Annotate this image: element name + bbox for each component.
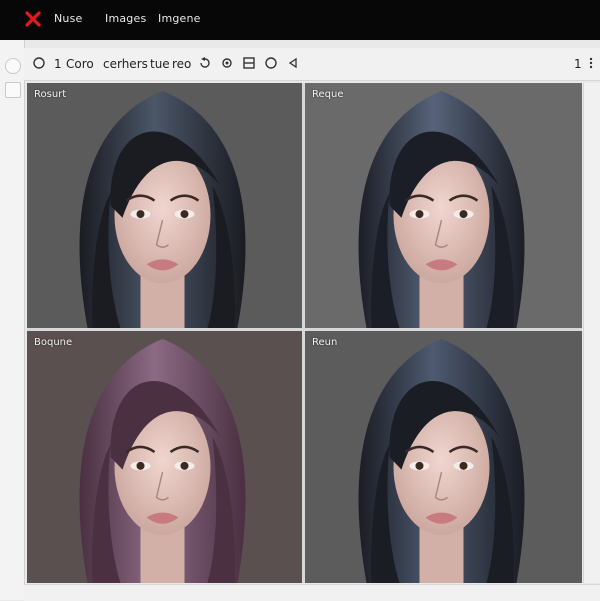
close-icon[interactable] xyxy=(24,10,42,28)
panel-label: Boqune xyxy=(34,337,73,348)
back-icon[interactable] xyxy=(198,56,212,70)
panel-label: Reun xyxy=(312,337,338,348)
portrait-image xyxy=(27,331,302,583)
iris-left xyxy=(136,210,145,219)
rail-square-button[interactable] xyxy=(5,82,21,98)
panel-icon[interactable] xyxy=(242,56,256,70)
right-scroll-area[interactable] xyxy=(583,83,600,583)
image-panel-4[interactable]: Reun xyxy=(305,331,582,583)
portrait-image xyxy=(305,331,582,583)
image-panel-2[interactable]: Reque xyxy=(305,83,582,328)
toolbar-text-tue[interactable]: tue xyxy=(150,57,170,71)
toolbar-text-reo[interactable]: reo xyxy=(172,57,191,71)
image-panel-1[interactable]: Rosurt xyxy=(27,83,302,328)
menu-item-nuse[interactable]: Nuse xyxy=(54,12,83,25)
toolbar: 1 Coro cerhers tue reo 1 xyxy=(24,48,600,81)
iris-left xyxy=(415,461,424,470)
gear-icon[interactable] xyxy=(220,56,234,70)
iris-right xyxy=(459,461,468,470)
panel-label: Reque xyxy=(312,89,344,100)
bottom-bar xyxy=(24,584,600,601)
toolbar-count: 1 xyxy=(574,57,582,71)
circle-outline-icon[interactable] xyxy=(264,56,278,70)
image-panel-3[interactable]: Boqune xyxy=(27,331,302,583)
iris-right xyxy=(180,461,189,470)
toolbar-text-coro[interactable]: Coro xyxy=(66,57,94,71)
left-rail xyxy=(0,40,25,600)
image-grid: Rosurt Reque Boqune Reun xyxy=(27,83,582,583)
toolbar-text-1: 1 xyxy=(54,57,62,71)
rail-circle-button[interactable] xyxy=(5,58,21,74)
circle-icon[interactable] xyxy=(32,56,46,70)
toolbar-text-cerhers[interactable]: cerhers xyxy=(103,57,148,71)
portrait-image xyxy=(305,83,582,328)
menu-item-images[interactable]: Images xyxy=(105,12,146,25)
iris-left xyxy=(415,210,424,219)
iris-right xyxy=(180,210,189,219)
more-icon[interactable] xyxy=(584,56,598,70)
portrait-image xyxy=(27,83,302,328)
menu-item-imgene[interactable]: Imgene xyxy=(158,12,201,25)
menu-bar: Nuse Images Imgene xyxy=(0,0,600,40)
iris-left xyxy=(136,461,145,470)
iris-right xyxy=(459,210,468,219)
triangle-left-icon[interactable] xyxy=(286,56,300,70)
panel-label: Rosurt xyxy=(34,89,67,100)
